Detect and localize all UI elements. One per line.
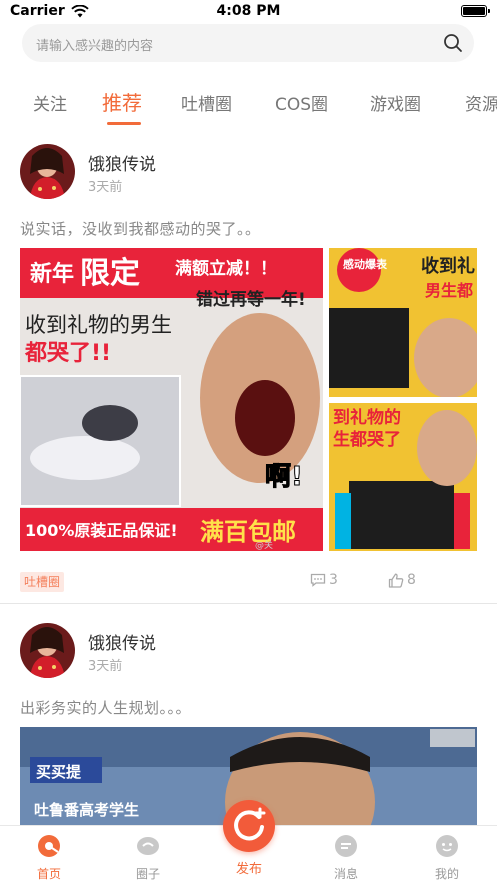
status-bar: Carrier 4:08 PM (0, 0, 497, 24)
circle-tag[interactable]: 吐槽圈 (20, 572, 65, 592)
profile-icon (436, 835, 458, 857)
tab-messages-label: 消息 (333, 867, 358, 881)
circle-icon (137, 837, 159, 855)
post-image[interactable]: 到礼物的 生都哭了 (329, 403, 477, 551)
tab-games[interactable]: 游戏圈 (370, 90, 421, 115)
comment-count: 3 (329, 572, 338, 588)
like-count: 8 (407, 572, 416, 588)
publish-icon (234, 807, 266, 841)
home-icon (38, 835, 60, 857)
comment-icon (310, 573, 326, 587)
message-icon (335, 835, 357, 857)
category-tabs: 关注 推荐 吐槽圈 COS圈 游戏圈 资源 (0, 84, 497, 128)
tab-cos[interactable]: COS圈 (275, 90, 328, 115)
image-text: 吐鲁番高考学生 (34, 801, 139, 819)
tab-profile-label: 我的 (434, 867, 459, 881)
tab-profile[interactable]: 我的 (417, 834, 477, 882)
post-time: 3天前 (88, 180, 123, 195)
tab-messages[interactable]: 消息 (316, 834, 376, 882)
tab-resources[interactable]: 资源 (465, 90, 497, 115)
thumbs-up-icon (388, 573, 404, 588)
image-text: 100%原装正品保证! (25, 521, 178, 540)
post-image[interactable]: 感动爆表 收到礼 男生都 (329, 248, 477, 397)
image-text: 错过再等一年! (196, 289, 306, 310)
avatar[interactable] (20, 623, 75, 678)
image-text: 都哭了!! (24, 341, 111, 366)
avatar[interactable] (20, 144, 75, 199)
tab-complaints[interactable]: 吐槽圈 (181, 90, 232, 115)
search-bar[interactable]: 请输入感兴趣的内容 (22, 24, 474, 62)
image-text: 到礼物的 (333, 407, 401, 428)
image-watermark: @关 (255, 539, 273, 551)
comment-button[interactable]: 3 (310, 572, 338, 588)
post-text[interactable]: 说实话，没收到我都感动的哭了。。 (20, 218, 261, 239)
post-author[interactable]: 饿狼传说 (88, 150, 156, 175)
post-divider (0, 603, 497, 604)
tab-home[interactable]: 首页 (19, 834, 79, 882)
search-icon[interactable] (443, 33, 463, 53)
tab-home-label: 首页 (36, 867, 61, 881)
tab-circle[interactable]: 圈子 (118, 834, 178, 882)
tab-circle-label: 圈子 (135, 867, 160, 881)
publish-button[interactable] (223, 800, 275, 852)
post-time: 3天前 (88, 659, 123, 674)
like-button[interactable]: 8 (388, 572, 416, 588)
image-text: 新年 (30, 261, 74, 287)
tab-recommend[interactable]: 推荐 (102, 87, 142, 116)
clock: 4:08 PM (216, 3, 281, 19)
image-text: 买买提 (36, 763, 82, 781)
image-text: 收到礼 (421, 255, 475, 277)
post-image[interactable]: 新年 限定 满额立减！！ 错过再等一年! 收到礼物的男生 都哭了!! 啊! 10… (20, 248, 323, 551)
image-text: 男生都 (425, 281, 473, 300)
active-tab-indicator (107, 122, 141, 125)
image-text: 限定 (80, 256, 140, 291)
battery-icon (461, 5, 490, 17)
search-placeholder: 请输入感兴趣的内容 (36, 39, 154, 54)
post-text[interactable]: 出彩务实的人生规划。。。 (20, 697, 191, 718)
image-text: 满百包邮 (200, 518, 296, 546)
publish-label[interactable]: 发布 (223, 858, 275, 877)
image-text: 啊! (265, 462, 303, 492)
image-text: 生都哭了 (333, 429, 401, 450)
image-text: 满额立减！！ (175, 258, 277, 279)
image-text: 感动爆表 (343, 257, 388, 271)
image-text: 收到礼物的男生 (25, 313, 172, 337)
post-author[interactable]: 饿狼传说 (88, 629, 156, 654)
tab-follow[interactable]: 关注 (33, 90, 67, 115)
